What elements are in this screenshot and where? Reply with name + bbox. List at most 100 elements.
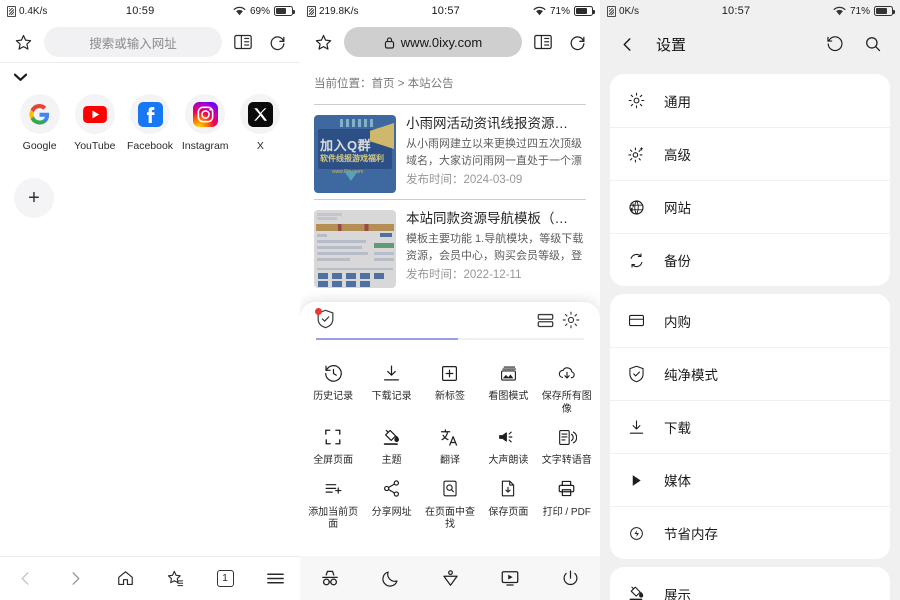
battery-percent: 71%: [549, 5, 570, 17]
menu-item-label: 在页面中查找: [424, 506, 475, 531]
settings-row-memory-saver[interactable]: 节省内存: [610, 506, 890, 559]
settings-row-general[interactable]: 通用: [610, 74, 890, 127]
tile-label: Facebook: [126, 140, 174, 152]
menu-item-translate[interactable]: 翻译: [421, 416, 479, 468]
menu-item-add-current-page[interactable]: 添加当前页面: [304, 468, 362, 532]
menu-item-print[interactable]: 打印 / PDF: [538, 468, 596, 532]
settings-row-download[interactable]: 下载: [610, 400, 890, 453]
list-item[interactable]: 加入Q群 软件线报游戏福利 www.0ixy.com 小雨网活动资讯线报资源… …: [314, 104, 586, 199]
facebook-logo: [130, 94, 170, 134]
battery-icon: [574, 6, 595, 16]
globe-icon: [626, 199, 646, 216]
reload-icon[interactable]: [264, 29, 290, 55]
menu-item-theme[interactable]: 主题: [362, 416, 420, 468]
sim-icon: [607, 5, 616, 17]
menu-item-save-all-images[interactable]: 保存所有图像: [538, 352, 596, 416]
menu-item-label: 主题: [381, 455, 402, 466]
chevron-down-icon[interactable]: [0, 63, 300, 84]
incognito-icon[interactable]: [310, 558, 350, 598]
back-button[interactable]: [5, 559, 45, 599]
status-clock: 10:59: [125, 5, 155, 17]
shield-check-icon[interactable]: [315, 308, 338, 331]
settings-row-clean-mode[interactable]: 纯净模式: [610, 347, 890, 400]
wifi-icon: [233, 6, 246, 16]
sheet-progress-bar: [316, 338, 584, 340]
tab-count: 1: [216, 570, 234, 587]
tile-instagram[interactable]: Instagram: [180, 94, 231, 152]
gear-icon[interactable]: [558, 309, 584, 331]
moon-icon[interactable]: [370, 558, 410, 598]
menu-item-label: 新标签: [434, 391, 465, 402]
settings-row-media[interactable]: 媒体: [610, 453, 890, 506]
download-icon: [382, 362, 401, 384]
add-tile-row: +: [0, 152, 300, 218]
settings-row-advanced[interactable]: 高级: [610, 127, 890, 180]
wifi-icon: [833, 6, 846, 16]
star-icon[interactable]: [10, 29, 36, 55]
power-icon[interactable]: [550, 558, 590, 598]
tile-youtube[interactable]: YouTube: [69, 94, 120, 152]
reload-icon[interactable]: [564, 29, 590, 55]
settings-row-label: 通用: [664, 94, 691, 110]
menu-item-save-page[interactable]: 保存页面: [479, 468, 537, 532]
reset-icon[interactable]: [822, 31, 848, 57]
list-item[interactable]: 本站同款资源导航模板（… 模板主要功能 1.导航模块，等级下载资源，会员中心，购…: [314, 199, 586, 294]
menu-item-label: 文字转语音: [541, 455, 592, 466]
menu-item-downloads[interactable]: 下载记录: [362, 352, 420, 416]
tile-label: Google: [22, 140, 57, 152]
menu-item-label: 全屏页面: [313, 455, 354, 466]
dimmed-page-layer: 219.8K/s 10:57 71% www.0ixy.com 当前位置：首页 …: [300, 0, 600, 294]
search-icon[interactable]: [860, 31, 886, 57]
sheet-header: [300, 302, 600, 338]
menu-item-find-in-page[interactable]: 在页面中查找: [421, 468, 479, 532]
network-speed: 219.8K/s: [319, 5, 359, 17]
plus-icon: +: [28, 186, 40, 209]
reader-view-icon[interactable]: [230, 29, 256, 55]
settings-row-label: 网站: [664, 201, 691, 216]
battery-percent: 69%: [249, 5, 270, 17]
reading-list-icon[interactable]: [430, 558, 470, 598]
menu-item-image-mode[interactable]: 看图模式: [479, 352, 537, 416]
reader-view-icon[interactable]: [530, 29, 556, 55]
gear-plus-icon: [626, 146, 646, 163]
article-thumbnail: 加入Q群 软件线报游戏福利 www.0ixy.com: [314, 115, 396, 193]
forward-button[interactable]: [55, 559, 95, 599]
status-bar: 0K/s 10:57 71%: [600, 0, 900, 22]
settings-row-backup[interactable]: 备份: [610, 233, 890, 286]
sheet-footer-bar: [300, 556, 600, 600]
star-icon[interactable]: [310, 29, 336, 55]
url-bar[interactable]: www.0ixy.com: [344, 27, 522, 57]
google-logo: [19, 94, 60, 134]
status-right: 69%: [233, 5, 295, 17]
search-input[interactable]: 搜索或输入网址: [44, 27, 222, 57]
menu-item-history[interactable]: 历史记录: [304, 352, 362, 416]
tile-google[interactable]: Google: [14, 94, 65, 152]
status-clock: 10:57: [721, 5, 751, 17]
star-list-icon[interactable]: [155, 559, 195, 599]
add-shortcut-button[interactable]: +: [14, 178, 54, 218]
menu-item-fullscreen[interactable]: 全屏页面: [304, 416, 362, 468]
tabs-button[interactable]: 1: [205, 559, 245, 599]
menu-item-share[interactable]: 分享网址: [362, 468, 420, 532]
settings-row-purchase[interactable]: 内购: [610, 294, 890, 347]
tile-facebook[interactable]: Facebook: [124, 94, 175, 152]
image-mode-icon: [499, 362, 518, 384]
tile-x[interactable]: X: [235, 94, 286, 152]
article-title: 小雨网活动资讯线报资源…: [406, 116, 568, 131]
menu-grid: 历史记录 下载记录 新标签 看图模式 保存所有图像 全屏页面 主题 翻译 大声朗…: [300, 340, 600, 532]
split-layout-icon[interactable]: [532, 309, 558, 331]
home-icon[interactable]: [105, 559, 145, 599]
video-icon[interactable]: [490, 558, 530, 598]
battery-percent: 71%: [849, 5, 870, 17]
sim-icon: [7, 5, 16, 17]
menu-item-read-aloud[interactable]: 大声朗读: [479, 416, 537, 468]
status-bar: 219.8K/s 10:57 71%: [300, 0, 600, 22]
settings-row-display[interactable]: 展示: [610, 567, 890, 600]
back-button[interactable]: [614, 31, 640, 57]
panel-new-tab: 0.4K/s 10:59 69% 搜索或输入网址 Google YouTube …: [0, 0, 300, 600]
hamburger-icon[interactable]: [255, 559, 295, 599]
menu-item-new-tab[interactable]: 新标签: [421, 352, 479, 416]
menu-item-text-to-speech[interactable]: 文字转语音: [538, 416, 596, 468]
settings-row-sites[interactable]: 网站: [610, 180, 890, 233]
history-icon: [324, 362, 343, 384]
